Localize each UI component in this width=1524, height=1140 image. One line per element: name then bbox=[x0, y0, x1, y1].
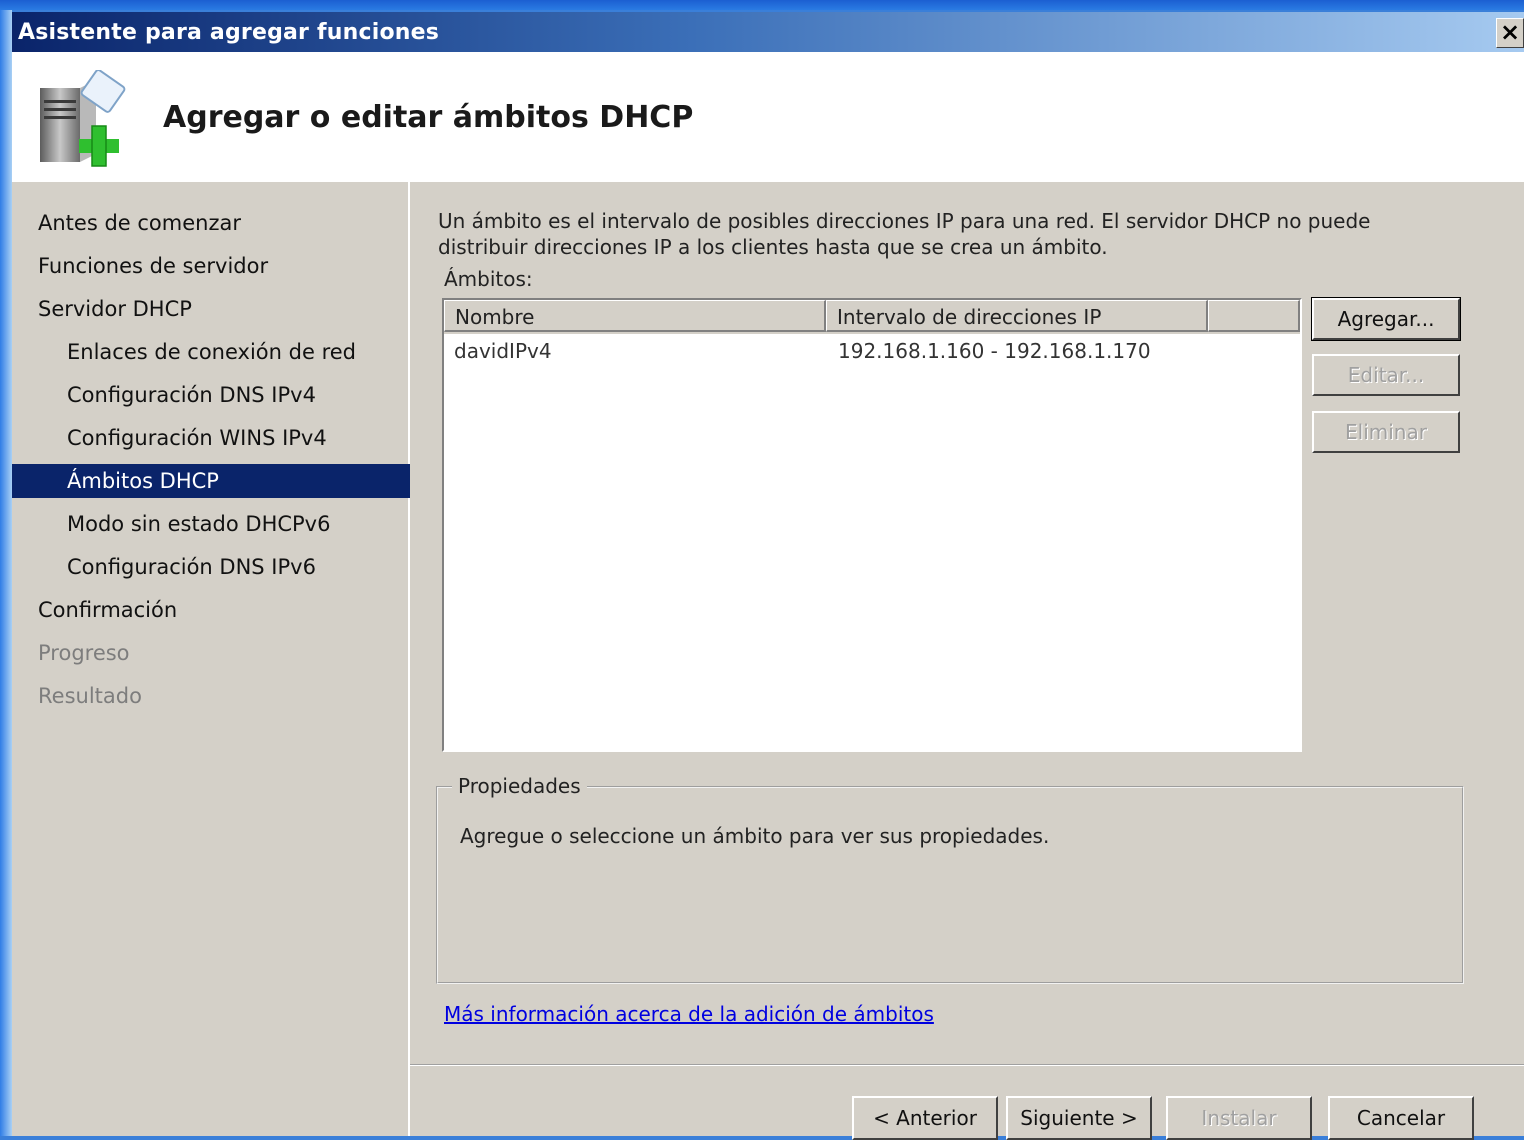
properties-text: Agregue o seleccione un ámbito para ver … bbox=[460, 824, 1050, 848]
page-title: Agregar o editar ámbitos DHCP bbox=[163, 100, 694, 135]
server-add-icon bbox=[40, 70, 126, 167]
title-bar[interactable]: Asistente para agregar funciones × bbox=[12, 12, 1524, 52]
more-info-link[interactable]: Más información acerca de la adición de … bbox=[444, 1002, 934, 1026]
footer-separator bbox=[410, 1064, 1524, 1066]
cancel-button[interactable]: Cancelar bbox=[1328, 1096, 1474, 1140]
nav-item-progreso: Progreso bbox=[38, 641, 130, 665]
column-header-nombre[interactable]: Nombre bbox=[444, 300, 826, 332]
nav-item-confirmacion[interactable]: Confirmación bbox=[12, 593, 432, 627]
back-button[interactable]: < Anterior bbox=[852, 1096, 998, 1140]
scope-range: 192.168.1.160 - 192.168.1.170 bbox=[838, 339, 1151, 363]
nav-item-antes-de-comenzar[interactable]: Antes de comenzar bbox=[12, 206, 432, 240]
wizard-window: Asistente para agregar funciones × Agreg… bbox=[12, 12, 1524, 1140]
edit-button[interactable]: Editar... bbox=[1312, 354, 1460, 396]
properties-legend: Propiedades bbox=[452, 774, 587, 798]
install-button[interactable]: Instalar bbox=[1166, 1096, 1312, 1140]
column-header-empty[interactable] bbox=[1208, 300, 1300, 332]
window-title: Asistente para agregar funciones bbox=[18, 20, 440, 45]
add-button[interactable]: Agregar... bbox=[1311, 297, 1461, 341]
description-text: Un ámbito es el intervalo de posibles di… bbox=[438, 209, 1371, 259]
desktop-frame-top bbox=[0, 0, 1524, 10]
nav-item-ambitos-dhcp[interactable]: Ámbitos DHCP bbox=[12, 464, 461, 498]
scope-name: davidIPv4 bbox=[454, 339, 552, 363]
nav-item-servidor-dhcp[interactable]: Servidor DHCP bbox=[12, 292, 432, 326]
nav-item-resultado: Resultado bbox=[38, 684, 142, 708]
wizard-nav: Antes de comenzar Funciones de servidor … bbox=[12, 182, 461, 1136]
scopes-list-header: Nombre Intervalo de direcciones IP bbox=[444, 300, 1300, 334]
column-header-intervalo[interactable]: Intervalo de direcciones IP bbox=[826, 300, 1208, 332]
wizard-content: Un ámbito es el intervalo de posibles di… bbox=[410, 182, 1524, 1140]
nav-item-enlaces-de-conexion[interactable]: Enlaces de conexión de red bbox=[12, 335, 461, 369]
scopes-list[interactable]: Nombre Intervalo de direcciones IP david… bbox=[442, 298, 1302, 752]
wizard-header: Agregar o editar ámbitos DHCP bbox=[12, 52, 1524, 183]
nav-item-configuracion-dns-ipv4[interactable]: Configuración DNS IPv4 bbox=[12, 378, 461, 412]
properties-group: Propiedades Agregue o seleccione un ámbi… bbox=[436, 774, 1464, 984]
next-button[interactable]: Siguiente > bbox=[1006, 1096, 1152, 1140]
nav-item-funciones-de-servidor[interactable]: Funciones de servidor bbox=[12, 249, 432, 283]
close-button[interactable]: × bbox=[1496, 18, 1524, 48]
table-row[interactable]: davidIPv4 192.168.1.160 - 192.168.1.170 bbox=[444, 336, 1300, 366]
delete-button[interactable]: Eliminar bbox=[1312, 411, 1460, 453]
nav-item-configuracion-dns-ipv6[interactable]: Configuración DNS IPv6 bbox=[12, 550, 461, 584]
nav-item-configuracion-wins-ipv4[interactable]: Configuración WINS IPv4 bbox=[12, 421, 461, 455]
scopes-label: Ámbitos: bbox=[444, 267, 533, 291]
desktop-frame-left bbox=[0, 10, 12, 1136]
nav-item-modo-sin-estado-dhcpv6[interactable]: Modo sin estado DHCPv6 bbox=[12, 507, 461, 541]
